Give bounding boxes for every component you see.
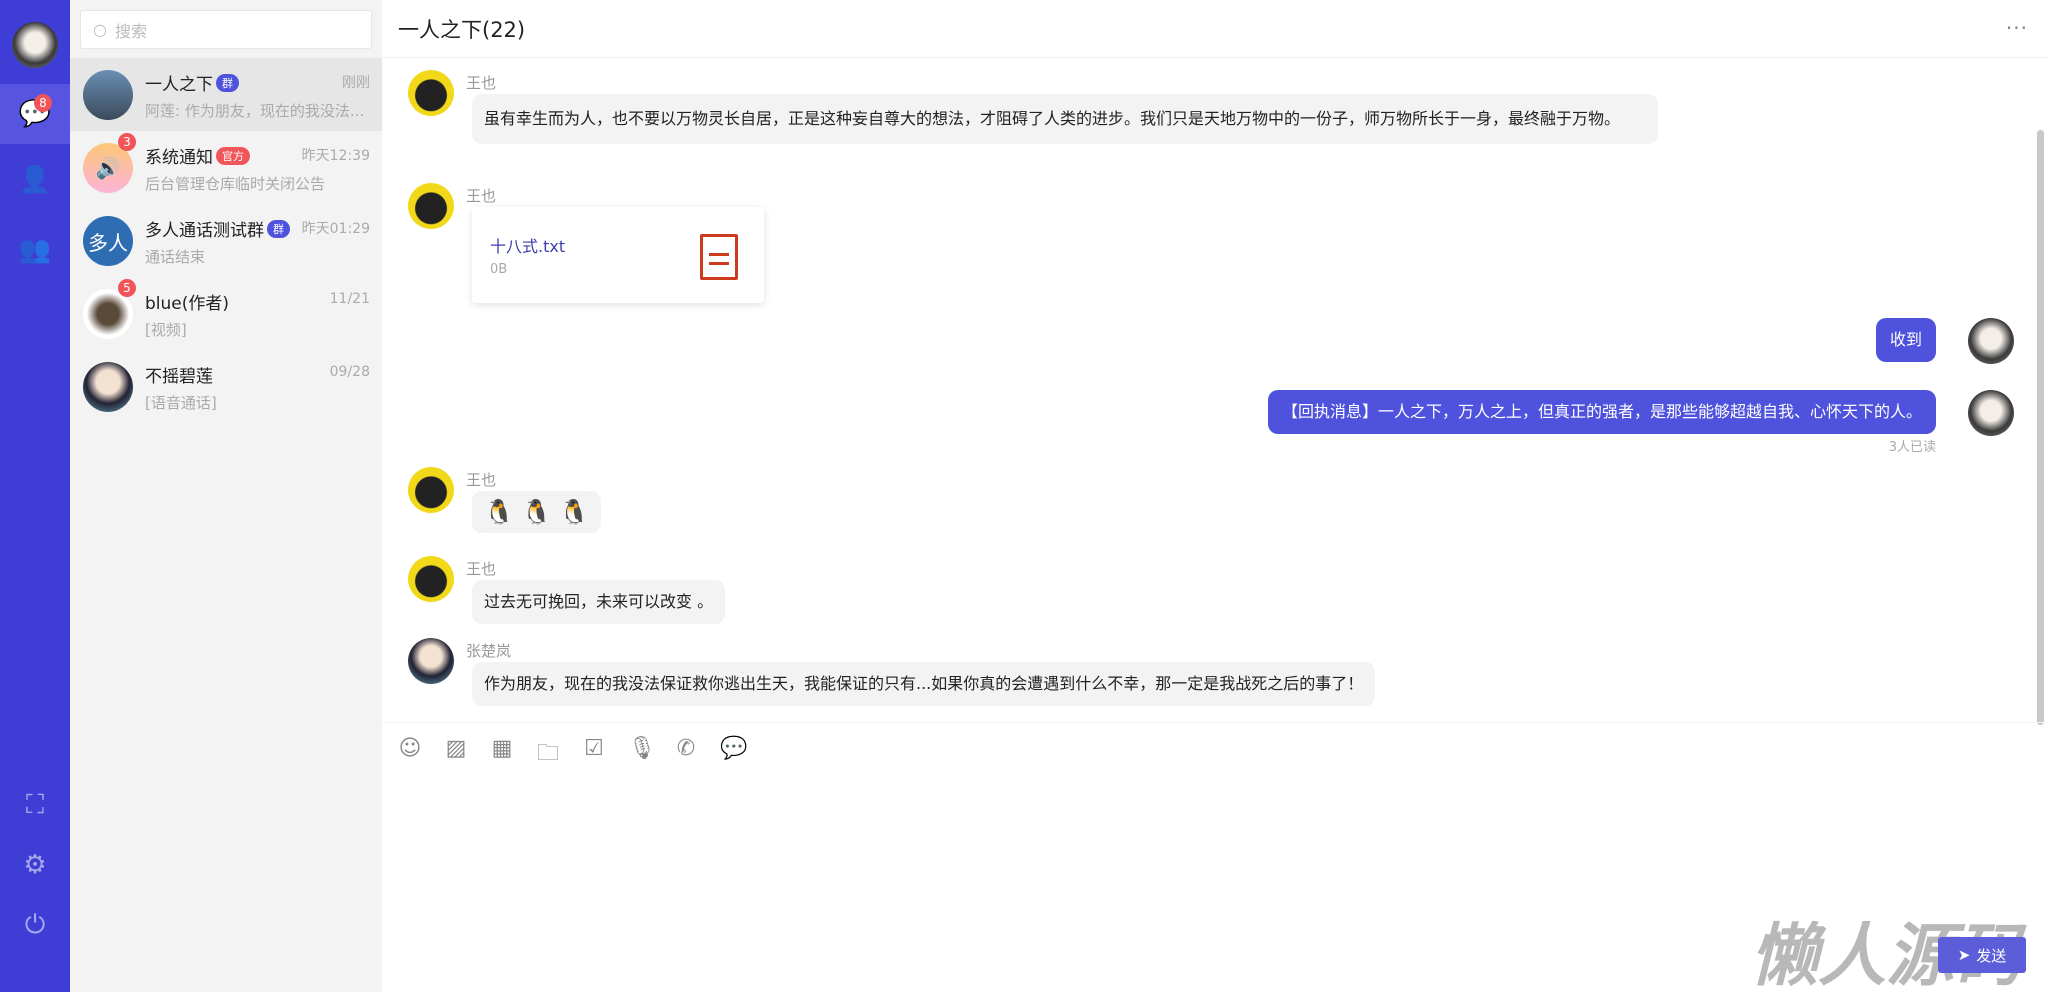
image-icon[interactable]: ▨	[444, 736, 468, 774]
conversation-list: ○ 搜索 一人之下群 刚刚 阿莲: 作为朋友，现在的我没法... 🔊 3 系统通知…	[70, 0, 382, 992]
conversation-item[interactable]: 不摇碧莲 09/28 [语音通话]	[70, 350, 382, 423]
message-input[interactable]	[398, 770, 2032, 920]
side-nav: 💬 8 👤 👥 ⛶ ⚙ ⏻	[0, 0, 70, 992]
chat-header: 一人之下(22)	[382, 0, 2048, 58]
check-icon[interactable]: ☑	[582, 736, 606, 774]
user-avatar[interactable]	[12, 22, 58, 68]
avatar[interactable]	[408, 70, 454, 116]
conversation-preview: 后台管理仓库临时关闭公告	[145, 175, 326, 193]
search-icon: ○	[93, 20, 107, 39]
unread-badge: 5	[118, 279, 136, 297]
input-toolbar: ☺ ▨ ▦ 🗀 ☑ 🎙 ✆ 💬	[398, 736, 748, 774]
speaker-icon: 🔊	[95, 156, 121, 180]
conversation-item[interactable]: 5 blue(作者) 11/21 [视频]	[70, 277, 382, 350]
conversation-time: 昨天01:29	[301, 221, 370, 237]
nav-settings[interactable]: ⚙	[0, 835, 70, 895]
nav-chat[interactable]: 💬 8	[0, 84, 70, 144]
sender-name: 王也	[466, 560, 497, 578]
scrollbar[interactable]	[2037, 130, 2044, 725]
conversation-time: 昨天12:39	[301, 148, 370, 164]
read-receipt: 3人已读	[1888, 440, 1936, 455]
sender-name: 王也	[466, 471, 497, 489]
self-avatar[interactable]	[1968, 318, 2014, 364]
send-label: 发送	[1976, 946, 2007, 965]
avatar[interactable]	[408, 467, 454, 513]
search-input[interactable]: ○ 搜索	[80, 10, 372, 49]
unread-badge: 3	[118, 133, 136, 151]
settings-icon: ⚙	[23, 850, 47, 880]
conversation-name: 不摇碧莲	[145, 367, 213, 387]
avatar[interactable]	[408, 183, 454, 229]
message-bubble: 【回执消息】一人之下，万人之上，但真正的强者，是那些能够超越自我、心怀天下的人。	[1267, 390, 1936, 434]
sender-name: 张楚岚	[466, 642, 512, 660]
self-avatar[interactable]	[1968, 390, 2014, 436]
message-bubble: 虽有幸生而为人，也不要以万物灵长自居，正是这种妄自尊大的想法，才阻碍了人类的进步…	[472, 94, 1658, 144]
conversation-name: 多人通话测试群	[145, 221, 264, 241]
sender-name: 王也	[466, 74, 497, 92]
emoji-icon[interactable]: ☺	[398, 736, 422, 774]
conversation-item[interactable]: 🔊 3 系统通知 官方 昨天12:39 后台管理仓库临时关闭公告	[70, 131, 382, 204]
avatar	[83, 362, 133, 412]
conversation-preview: [语音通话]	[145, 394, 217, 412]
message-bubble: 收到	[1875, 318, 1936, 362]
conversation-time: 09/28	[329, 364, 370, 380]
send-icon: ➤	[1957, 946, 1971, 964]
file-card[interactable]: 十八式.txt 0B	[472, 207, 764, 303]
contacts-icon: 👤	[18, 165, 52, 195]
message-bubble: 作为朋友，现在的我没法保证救你逃出生天，我能保证的只有...如果你真的会遭遇到什…	[472, 662, 1376, 706]
conversation-time: 刚刚	[342, 75, 370, 91]
conversation-time: 11/21	[329, 291, 370, 307]
divider	[382, 722, 2048, 723]
more-icon[interactable]: ···	[2006, 16, 2028, 40]
group-tag: 群	[216, 73, 239, 92]
group-icon: 👥	[18, 235, 52, 265]
conversation-preview: 阿莲: 作为朋友，现在的我没法...	[145, 102, 365, 120]
group-tag: 群	[267, 219, 290, 238]
comment-icon[interactable]: 💬	[720, 736, 747, 774]
fullscreen-icon: ⛶	[25, 789, 45, 820]
message-bubble: 过去无可挽回，未来可以改变 。	[472, 580, 726, 624]
unread-badge: 8	[34, 94, 52, 112]
avatar[interactable]	[408, 556, 454, 602]
table-icon[interactable]: ▦	[490, 736, 514, 774]
send-button[interactable]: ➤ 发送	[1938, 937, 2026, 973]
file-size: 0B	[490, 262, 508, 277]
conversation-name: 一人之下	[145, 75, 213, 95]
sender-name: 王也	[466, 187, 497, 205]
official-tag: 官方	[216, 146, 250, 165]
file-icon	[700, 234, 738, 280]
avatar[interactable]	[408, 638, 454, 684]
search-placeholder: 搜索	[114, 21, 147, 41]
conversation-name: 系统通知	[145, 148, 213, 168]
phone-icon[interactable]: ✆	[674, 736, 698, 774]
conversation-preview: 通话结束	[145, 248, 206, 266]
nav-fullscreen[interactable]: ⛶	[0, 775, 70, 835]
conversation-preview: [视频]	[145, 321, 187, 339]
conversation-item[interactable]: 一人之下群 刚刚 阿莲: 作为朋友，现在的我没法...	[70, 58, 382, 131]
chat-title: 一人之下(22)	[398, 17, 526, 42]
nav-logout[interactable]: ⏻	[0, 895, 70, 955]
conversation-name: blue(作者)	[145, 294, 230, 314]
folder-icon[interactable]: 🗀	[536, 736, 560, 774]
emoji-message: 🐧 🐧 🐧	[472, 491, 601, 533]
nav-contacts[interactable]: 👤	[0, 150, 70, 210]
file-name: 十八式.txt	[490, 237, 566, 256]
power-icon: ⏻	[24, 909, 46, 940]
chat-panel: 一人之下(22) ··· 王也 虽有幸生而为人，也不要以万物灵长自居，正是这种妄…	[382, 0, 2048, 992]
avatar: 多人	[83, 216, 133, 266]
mic-icon[interactable]: 🎙	[628, 736, 656, 774]
nav-groups[interactable]: 👥	[0, 220, 70, 280]
conversation-item[interactable]: 多人 多人通话测试群群 昨天01:29 通话结束	[70, 204, 382, 277]
avatar	[83, 70, 133, 120]
